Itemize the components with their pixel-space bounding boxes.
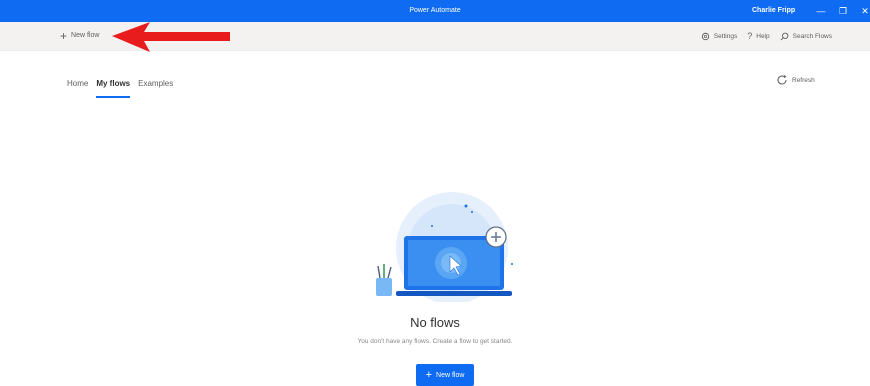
new-flow-button-label: New flow — [436, 371, 465, 379]
tab-examples[interactable]: Examples — [138, 79, 173, 94]
empty-state-title: No flows — [410, 315, 460, 330]
empty-state-subtitle: You don't have any flows. Create a flow … — [357, 338, 513, 345]
plus-icon: + — [60, 29, 68, 43]
search-input[interactable]: Search Flows — [780, 32, 832, 41]
plus-icon: + — [425, 369, 433, 381]
title-bar: Power Automate Charlie Fripp — ❐ ✕ — [0, 0, 870, 22]
settings-label: Settings — [713, 32, 738, 40]
tab-my-flows[interactable]: My flows — [96, 79, 130, 98]
new-flow-label: New flow — [71, 32, 100, 39]
tab-home[interactable]: Home — [67, 79, 88, 94]
settings-button[interactable]: Settings — [701, 32, 738, 41]
command-bar-right: Settings ? Help Search Flows — [701, 26, 832, 46]
help-icon: ? — [747, 31, 753, 41]
refresh-button[interactable]: Refresh — [776, 74, 815, 86]
search-placeholder: Search Flows — [792, 32, 832, 40]
minimize-button[interactable]: — — [810, 0, 832, 22]
restore-button[interactable]: ❐ — [832, 0, 854, 22]
new-flow-command[interactable]: + New flow — [60, 26, 99, 46]
user-name[interactable]: Charlie Fripp — [752, 0, 795, 22]
refresh-icon — [777, 75, 787, 85]
search-icon — [780, 32, 788, 40]
new-flow-button[interactable]: + New flow — [416, 364, 474, 386]
tab-bar: Home My flows Examples — [67, 79, 173, 98]
close-button[interactable]: ✕ — [854, 0, 870, 22]
laptop-illustration — [376, 192, 513, 302]
help-label: Help — [756, 32, 770, 40]
app-title: Power Automate — [409, 7, 461, 14]
help-button[interactable]: ? Help — [747, 31, 769, 41]
annotation-arrow-icon — [112, 22, 230, 52]
refresh-label: Refresh — [792, 76, 815, 84]
gear-icon — [701, 32, 709, 40]
